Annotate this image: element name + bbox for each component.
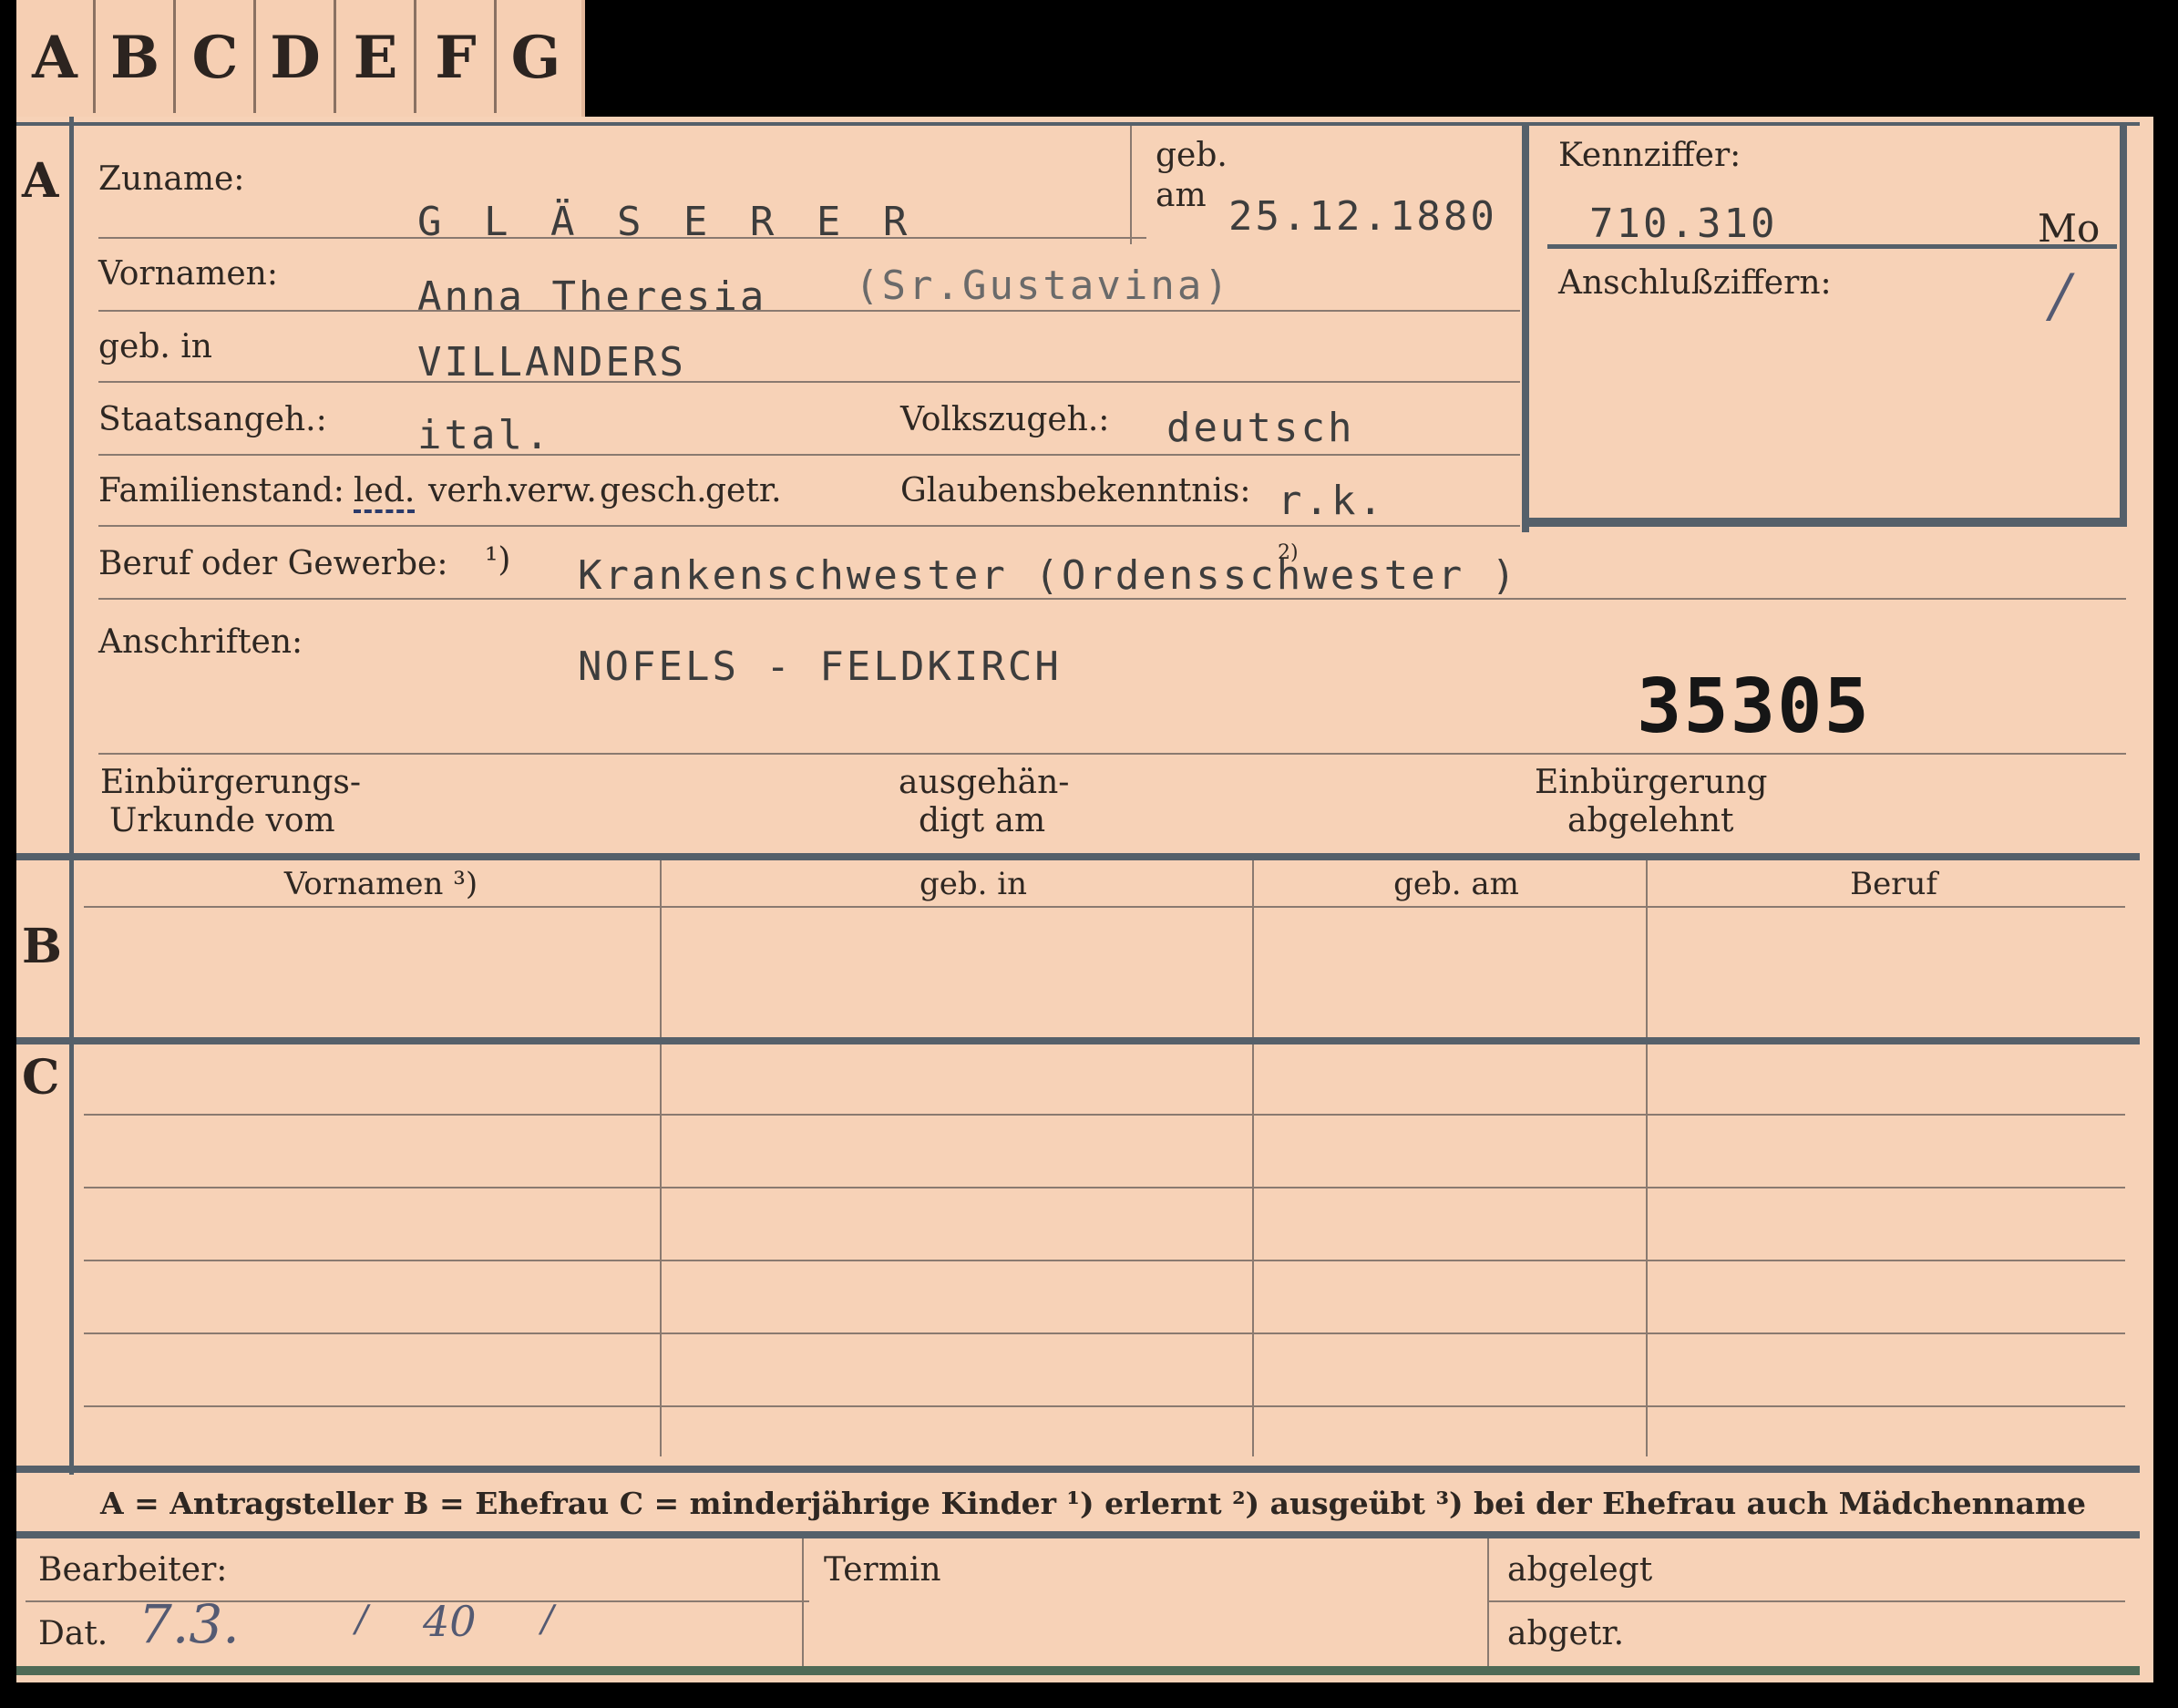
abgelegt-line — [1487, 1600, 2125, 1602]
c-col-divider-1 — [660, 1044, 662, 1456]
address-value: NOFELS - FELDKIRCH — [578, 643, 1062, 690]
tab-c[interactable]: C — [177, 0, 256, 113]
familienstand-getr: getr. — [705, 472, 782, 509]
index-tabs: A B C D E F G — [16, 0, 585, 117]
date-separator-2: / — [541, 1599, 554, 1641]
termin-label: Termin — [824, 1551, 941, 1589]
col-vornamen: Vornamen ³) — [283, 866, 478, 902]
c-col-divider-2 — [1252, 1044, 1254, 1456]
dat-label: Dat. — [38, 1615, 108, 1652]
ausgehaendigt-label-1: ausgehän- — [899, 764, 1070, 801]
footer-divider-2 — [1487, 1538, 1489, 1672]
beruf-line — [98, 598, 2126, 600]
staat-line — [98, 454, 1520, 456]
geb-label: geb. — [1156, 137, 1228, 174]
stamp-number: 35305 — [1637, 664, 1871, 750]
legend-bottom-rule — [16, 1531, 2140, 1538]
birth-date-value: 25.12.1880 — [1228, 193, 1497, 240]
date-separator-1: / — [355, 1599, 368, 1641]
legend: A = Antragsteller B = Ehefrau C = minder… — [100, 1486, 2086, 1521]
kennziffer-label: Kennziffer: — [1558, 137, 1741, 174]
beruf-label: Beruf oder Gewerbe: — [98, 545, 448, 582]
beruf-mark: 2) — [1278, 541, 1299, 564]
geb-in-line — [98, 381, 1520, 383]
familienstand-label: Familienstand: — [98, 472, 344, 509]
abgelegt-label: abgelegt — [1507, 1551, 1653, 1589]
col-geb-am: geb. am — [1393, 866, 1519, 902]
familienstand-gesch: gesch. — [600, 472, 707, 509]
geb-in-label: geb. in — [98, 328, 212, 365]
vornamen-line — [98, 310, 1520, 312]
tab-d[interactable]: D — [257, 0, 336, 113]
left-margin-rule — [69, 117, 74, 1475]
kennziffer-underline — [1547, 244, 2117, 249]
c-row-line-1 — [84, 1114, 2125, 1116]
kennziffer-box-right — [2120, 122, 2127, 527]
c-row-line-2 — [84, 1187, 2125, 1188]
familienstand-verh: verh. — [428, 472, 514, 509]
urkunde-label-2: Urkunde vom — [109, 802, 335, 839]
bearbeiter-label: Bearbeiter: — [38, 1551, 228, 1589]
section-b-letter: B — [22, 919, 62, 974]
tab-b[interactable]: B — [97, 0, 176, 113]
anschlussziffern-label: Anschlußziffern: — [1558, 264, 1832, 302]
section-b-bottom-rule — [16, 1037, 2140, 1044]
glaubens-value: r.k. — [1278, 478, 1385, 524]
abgetr-label: abgetr. — [1507, 1615, 1625, 1652]
section-a-letter: A — [22, 153, 59, 209]
top-rule — [16, 122, 2140, 126]
kennziffer-box-left — [1522, 122, 1529, 532]
col-geb-in: geb. in — [919, 866, 1028, 902]
volkszugeh-value: deutsch — [1166, 405, 1355, 451]
familienstand-verw: verw. — [509, 472, 597, 509]
col-beruf: Beruf — [1850, 866, 1937, 902]
zuname-label: Zuname: — [98, 160, 245, 198]
anschriften-line — [98, 753, 2126, 755]
tab-f[interactable]: F — [417, 0, 497, 113]
tab-g[interactable]: G — [498, 0, 574, 113]
bottom-rule — [16, 1666, 2140, 1675]
tab-a[interactable]: A — [16, 0, 96, 113]
geb-divider — [1130, 126, 1132, 244]
glaubens-label: Glaubensbekenntnis: — [900, 472, 1251, 509]
c-row-line-5 — [84, 1405, 2125, 1407]
date-year: 40 — [423, 1597, 477, 1646]
staatsangeh-label: Staatsangeh.: — [98, 401, 327, 438]
c-row-line-4 — [84, 1332, 2125, 1334]
header-line — [84, 906, 2125, 908]
vornamen-label: Vornamen: — [98, 255, 278, 293]
abgelehnt-label-1: Einbürgerung — [1535, 764, 1768, 801]
abgelehnt-label-2: abgelehnt — [1567, 802, 1734, 839]
birthplace-value: VILLANDERS — [417, 339, 686, 386]
date-handwritten: 7.3. — [139, 1593, 240, 1655]
anschriften-label: Anschriften: — [98, 623, 303, 661]
volkszugeh-label: Volkszugeh.: — [900, 401, 1110, 438]
beruf-value: Krankenschwester (Ordensschwester ) — [578, 552, 1519, 599]
footer-divider-1 — [802, 1538, 804, 1672]
ausgehaendigt-label-2: digt am — [919, 802, 1046, 839]
am-label: am — [1156, 177, 1207, 214]
anschluss-pencil-mark: / — [2050, 262, 2070, 330]
vornamen-value: Anna Theresia — [417, 273, 767, 320]
kennziffer-value: 710.310 — [1589, 201, 1778, 247]
c-col-divider-3 — [1646, 1044, 1648, 1456]
familienstand-led: led. — [354, 472, 416, 513]
registration-card: A Zuname: G L Ä S E R E R geb. am 25.12.… — [16, 117, 2153, 1682]
section-a-bottom-rule — [16, 853, 2140, 860]
ordensname-value: (Sr.Gustavina) — [855, 262, 1231, 309]
beruf-footnote: ¹) — [485, 541, 511, 579]
staatsangeh-value: ital. — [417, 412, 552, 458]
tab-e[interactable]: E — [337, 0, 416, 113]
zuname-line — [98, 237, 1146, 239]
kennziffer-box-bottom — [1522, 518, 2123, 527]
urkunde-label-1: Einbürgerungs- — [100, 764, 362, 801]
c-row-line-3 — [84, 1260, 2125, 1261]
familienstand-line — [98, 525, 1520, 527]
section-c-letter: C — [22, 1050, 60, 1106]
legend-top-rule — [16, 1466, 2140, 1473]
